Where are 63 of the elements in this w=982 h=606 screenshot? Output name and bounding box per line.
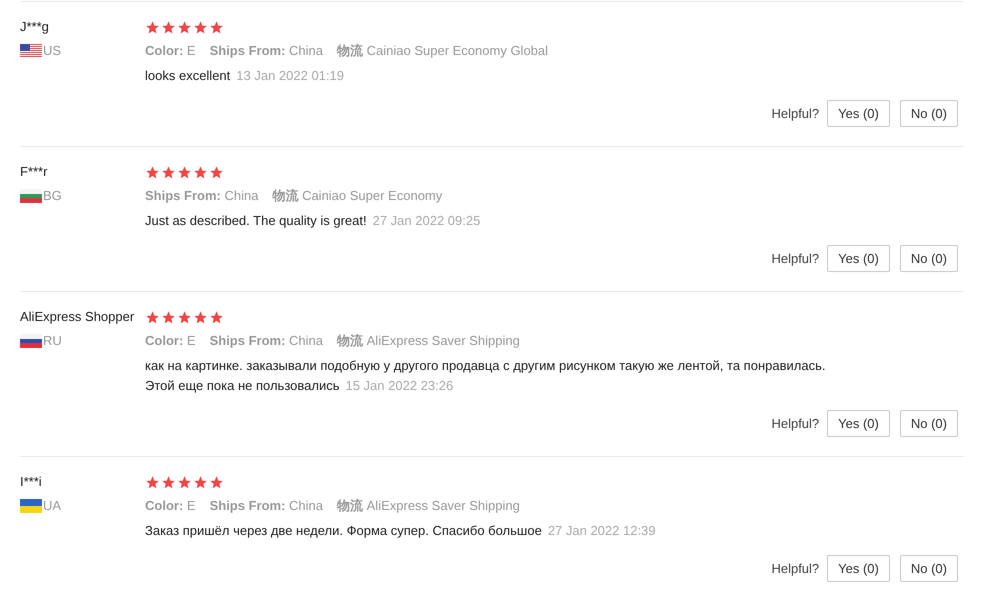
star-icon [145,164,160,180]
country-code: UA [43,497,62,516]
review-date: 15 Jan 2022 23:26 [345,378,454,393]
product-attribute: Ships From: China [210,497,324,516]
star-icon [177,474,192,490]
product-attribute: Ships From: China [145,187,258,206]
review-text: Just as described. The quality is great! 27 Jan 2022 09:25 [145,212,482,230]
review-date: 13 Jan 2022 01:19 [236,68,344,83]
reviewer-name: F***r [20,163,48,181]
product-attribute: Ships From: China [210,332,324,350]
star-icon [161,20,176,34]
flag-icon [20,334,42,348]
product-attribute: 物流 AliExpress Saver Shipping [337,332,520,350]
star-icon [209,310,224,324]
no-button[interactable]: No (0) [900,410,958,437]
product-attribute: 物流 Cainiao Super Economy [272,187,442,206]
star-icon [193,20,208,34]
yes-button[interactable]: Yes (0) [827,245,890,272]
flag-icon [20,189,42,203]
helpful-label: Helpful? [771,560,820,578]
star-icon [161,310,176,324]
reviewer-name: I***i [20,473,43,491]
reviewer-name: AliExpress Shopper [20,308,136,326]
star-icon [145,310,160,324]
star-icon [177,164,192,180]
helpful-label: Helpful? [771,414,820,433]
star-icon [209,474,224,490]
no-button[interactable]: No (0) [900,245,958,272]
star-icon [193,474,208,490]
helpful-label: Helpful? [771,250,820,268]
star-icon [177,310,192,324]
flag-icon [20,44,42,58]
review-date: 27 Jan 2022 12:39 [548,523,656,538]
review-text: как на картинке. заказывали подобную у другого продавца с другим рисунком такую же лентой, та понравилась. Этой еще пока не пользовались 15 Jan 2022 23:26 [145,357,826,395]
product-attribute: Color: E [145,497,196,516]
yes-button[interactable]: Yes (0) [827,410,890,437]
yes-button[interactable]: Yes (0) [827,100,890,127]
product-attribute: 物流 Cainiao Super Economy Global [337,42,548,60]
product-attribute: 物流 AliExpress Saver Shipping [337,497,520,516]
review-text: Заказ пришёл через две недели. Форма супер. Спасибо большое 27 Jan 2022 12:39 [145,522,657,540]
star-icon [145,474,160,490]
star-icon [161,164,176,180]
country-code: RU [43,332,62,350]
review-date: 27 Jan 2022 09:25 [372,213,480,228]
star-icon [209,20,224,34]
star-icon [193,310,208,324]
no-button[interactable]: No (0) [900,555,958,582]
star-icon [177,20,192,34]
country-code: BG [43,187,62,206]
star-icon [193,164,208,180]
star-icon [209,164,224,180]
no-button[interactable]: No (0) [900,100,958,127]
flag-icon [20,499,42,513]
star-icon [161,474,176,490]
country-code: US [43,42,62,60]
star-icon [145,20,160,34]
product-attribute: Color: E [145,42,196,60]
review-text: looks excellent 13 Jan 2022 01:19 [145,67,345,85]
product-attribute: Color: E [145,332,196,350]
product-attribute: Ships From: China [210,42,324,60]
yes-button[interactable]: Yes (0) [827,555,890,582]
reviewer-name: J***g [20,18,50,36]
helpful-label: Helpful? [771,104,820,123]
